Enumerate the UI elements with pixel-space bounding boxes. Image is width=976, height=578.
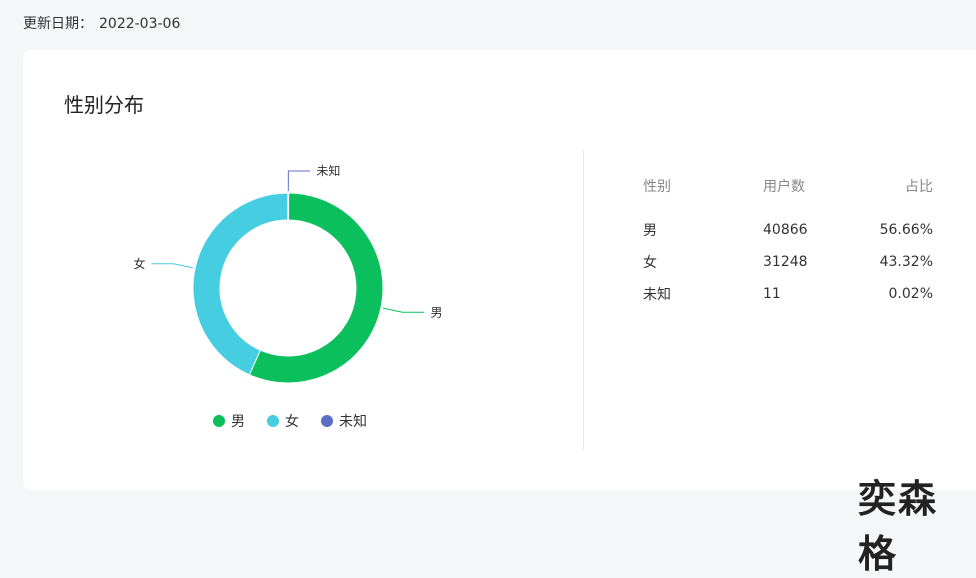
label-line-1 — [151, 263, 194, 269]
slice-label-0: 男 — [430, 305, 442, 319]
slice-female[interactable] — [192, 192, 289, 376]
cell-gender: 男 — [643, 223, 657, 239]
update-date-line: 更新日期： 2022-03-06 — [23, 13, 180, 33]
table-row: 男 40866 56.66% — [643, 214, 933, 246]
slice-label-2: 未知 — [316, 164, 340, 178]
slice-label-1: 女 — [134, 256, 146, 271]
table-row: 未知 11 0.02% — [643, 278, 933, 310]
cell-gender: 未知 — [643, 287, 671, 303]
cell-gender: 女 — [643, 255, 657, 271]
table-row: 女 31248 43.32% — [643, 246, 933, 278]
legend-item-unknown[interactable]: 未知 — [321, 411, 367, 431]
legend-label-male: 男 — [231, 414, 245, 430]
legend-dot-male — [213, 415, 225, 427]
gender-distribution-card: 性别分布 男女未知 男 女 未知 性别 用户数 占比 男 40866 56.66… — [23, 50, 976, 490]
cell-users: 11 — [763, 286, 781, 302]
header-gender: 性别 — [643, 179, 671, 195]
legend-label-unknown: 未知 — [339, 414, 367, 430]
chart-legend: 男 女 未知 — [213, 411, 367, 431]
update-label: 更新日期： — [23, 16, 93, 32]
header-ratio: 占比 — [905, 179, 933, 195]
cell-users: 40866 — [763, 222, 808, 238]
header-users: 用户数 — [763, 179, 805, 195]
label-line-2 — [287, 170, 311, 192]
cell-ratio: 0.02% — [888, 286, 933, 302]
legend-dot-female — [267, 415, 279, 427]
legend-item-female[interactable]: 女 — [267, 411, 299, 431]
label-line-0 — [382, 307, 425, 313]
cell-users: 31248 — [763, 254, 808, 270]
cell-ratio: 56.66% — [879, 222, 933, 238]
watermark-logo: 奕森格 — [858, 477, 939, 576]
slice-unknown[interactable] — [287, 192, 290, 221]
table-header-row: 性别 用户数 占比 — [643, 170, 933, 202]
cell-ratio: 43.32% — [879, 254, 933, 270]
update-date: 2022-03-06 — [99, 16, 181, 32]
divider — [583, 150, 584, 450]
legend-dot-unknown — [321, 415, 333, 427]
legend-item-male[interactable]: 男 — [213, 411, 245, 431]
legend-label-female: 女 — [285, 414, 299, 430]
gender-table: 性别 用户数 占比 男 40866 56.66% 女 31248 43.32% … — [643, 170, 933, 310]
